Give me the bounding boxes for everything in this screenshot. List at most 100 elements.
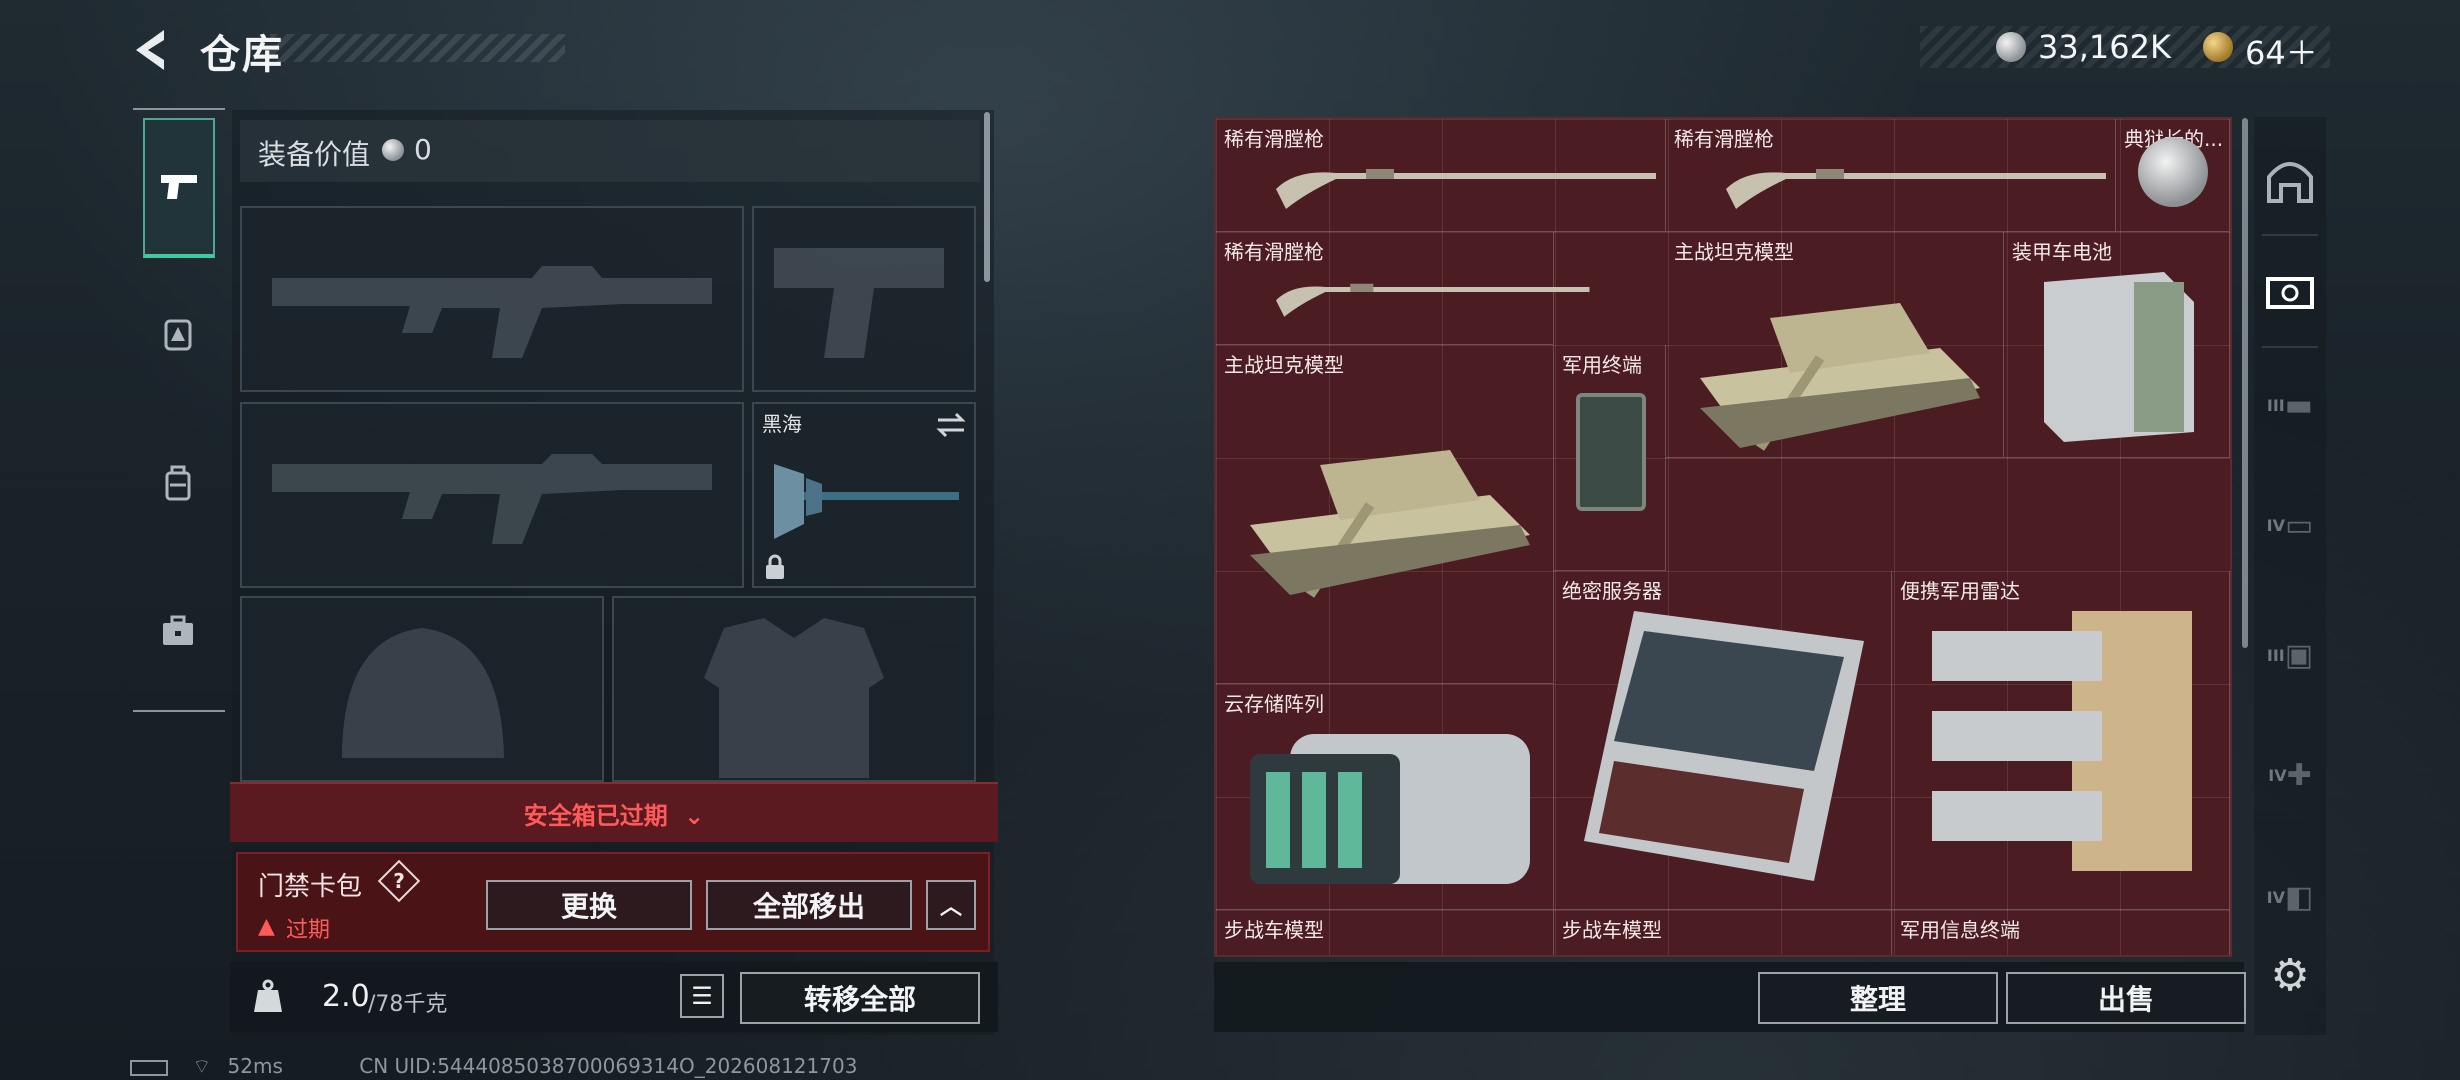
- item-name: 步战车模型: [1224, 918, 1324, 942]
- stash-item[interactable]: 步战车模型: [1554, 910, 1892, 955]
- stash-item[interactable]: 稀有滑膛枪: [1216, 232, 1590, 345]
- item-name: 稀有滑膛枪: [1674, 127, 1774, 151]
- safebox-expired-bar[interactable]: 安全箱已过期 ⌄: [230, 782, 998, 842]
- item-name: 稀有滑膛枪: [1224, 127, 1324, 151]
- terminal-icon: [1576, 393, 1646, 511]
- armor-icon: ▣: [2284, 637, 2314, 673]
- swap-icon[interactable]: [936, 412, 966, 438]
- medkit-icon: ✚: [2286, 757, 2312, 793]
- back-arrow-icon[interactable]: [130, 28, 180, 72]
- item-name: 稀有滑膛枪: [1224, 240, 1324, 264]
- weight-kg-icon: [250, 978, 290, 1016]
- gold-amount[interactable]: 64＋: [2245, 28, 2318, 74]
- secondary-weapon-slot[interactable]: [240, 402, 744, 588]
- nav-divider-top: [133, 108, 225, 110]
- item-name: 军用终端: [1562, 353, 1642, 377]
- gear-icon: ⚙: [2270, 949, 2310, 1001]
- silver-coin-icon: [1996, 32, 2026, 62]
- melee-slot[interactable]: 黑海: [752, 402, 976, 588]
- title-decoration: [270, 34, 565, 62]
- handgun-silhouette-icon: [774, 248, 944, 358]
- backpack-icon: [165, 465, 191, 501]
- equipment-value: 0: [414, 133, 432, 166]
- stash-action-bar: 整理 出售: [1214, 962, 2246, 1032]
- item-name: 绝密服务器: [1562, 579, 1662, 603]
- stash-tab-iv-c[interactable]: IV ◧: [2254, 852, 2326, 942]
- stash-scrollbar[interactable]: [2242, 118, 2248, 648]
- rifle-icon: ▬: [2284, 387, 2314, 423]
- body-armor-slot[interactable]: [612, 596, 976, 782]
- gold-coin-icon: [2203, 32, 2233, 62]
- tier-label: IV: [2266, 515, 2285, 535]
- equipment-value-label: 装备价值: [258, 138, 371, 171]
- stash-tab-iv-b[interactable]: IV ✚: [2254, 730, 2326, 820]
- safebox-expired-text: 安全箱已过期 ⌄: [523, 802, 705, 830]
- equipment-scrollbar[interactable]: [984, 112, 990, 282]
- battery-icon: [2044, 272, 2194, 442]
- nav-tab-armor[interactable]: [143, 300, 213, 370]
- stash-item[interactable]: 稀有滑膛枪: [1666, 119, 2116, 232]
- helmet-slot[interactable]: [240, 596, 604, 782]
- melee-weapon-name: 黑海: [762, 412, 802, 436]
- stash-tab-iii-a[interactable]: III ▬: [2254, 360, 2326, 450]
- transfer-all-button[interactable]: 转移全部: [740, 972, 980, 1024]
- silver-amount: 33,162K: [2038, 28, 2171, 66]
- tab-divider: [2262, 234, 2318, 236]
- pistol-icon: [161, 175, 197, 199]
- settings-button[interactable]: ⚙: [2254, 930, 2326, 1020]
- stash-tab-iv-a[interactable]: IV ▭: [2254, 480, 2326, 570]
- weight-capacity: /78千克: [368, 992, 448, 1017]
- stash-item[interactable]: 绝密服务器: [1554, 571, 1892, 910]
- musket-icon: [1726, 169, 2106, 209]
- stash-item[interactable]: 稀有滑膛枪: [1216, 119, 1666, 232]
- ammo-icon: ◧: [2284, 879, 2314, 915]
- stash-item[interactable]: 便携军用雷达: [1892, 571, 2230, 910]
- stash-tab-iii-b[interactable]: III ▣: [2254, 610, 2326, 700]
- stash-tab-home[interactable]: [2254, 135, 2326, 225]
- briefcase-icon: [163, 615, 193, 645]
- stash-tab-all[interactable]: [2254, 248, 2326, 338]
- storage-array-icon: [1250, 734, 1530, 884]
- item-name: 便携军用雷达: [1900, 579, 2020, 603]
- vest-silhouette-icon: [704, 618, 884, 778]
- item-name: 云存储阵列: [1224, 692, 1324, 716]
- remove-all-button[interactable]: 全部移出: [706, 880, 912, 930]
- keycard-title: 门禁卡包: [258, 872, 363, 902]
- tier-label: IV: [2266, 887, 2285, 907]
- musket-icon: [1276, 283, 1590, 317]
- help-icon-glyph: ?: [393, 869, 405, 893]
- pistol-slot[interactable]: [752, 206, 976, 392]
- keycard-pack-panel: 门禁卡包 ? ▲ 过期 更换 全部移出 ︿: [236, 852, 990, 952]
- stash-item[interactable]: 主战坦克模型: [1666, 232, 2004, 458]
- tier-label: III: [2266, 395, 2285, 415]
- stash-item[interactable]: 云存储阵列: [1216, 684, 1554, 910]
- nav-tab-weapons[interactable]: [143, 118, 215, 258]
- list-view-icon[interactable]: ☰: [680, 974, 724, 1018]
- rifle-silhouette-icon: [272, 454, 712, 544]
- nav-tab-backpack[interactable]: [143, 448, 213, 518]
- user-uid: CN UID:5444085038700069314O_202608121703: [359, 1054, 858, 1078]
- sell-button[interactable]: 出售: [2006, 972, 2246, 1024]
- sort-button[interactable]: 整理: [1758, 972, 1998, 1024]
- chevron-up-icon[interactable]: ︿: [926, 880, 976, 930]
- weight-bar: 2.0 /78千克 ☰ 转移全部: [230, 962, 998, 1032]
- status-footer: ⌔ 52ms CN UID:5444085038700069314O_20260…: [130, 1054, 857, 1079]
- stash-item[interactable]: 典狱长的...: [2116, 119, 2230, 232]
- musket-icon: [1276, 169, 1656, 209]
- tier-label: IV: [2268, 765, 2287, 785]
- silver-coin-icon: [382, 139, 404, 161]
- stash-grid[interactable]: 稀有滑膛枪 稀有滑膛枪 典狱长的... 稀有滑膛枪 主战坦克模型 装甲车电池: [1214, 117, 2232, 957]
- stash-item[interactable]: 步战车模型: [1216, 910, 1554, 955]
- nav-divider-bottom: [133, 710, 225, 712]
- stash-item[interactable]: 军用终端: [1554, 345, 1666, 571]
- nav-tab-case[interactable]: [143, 596, 213, 666]
- stash-item[interactable]: 装甲车电池: [2004, 232, 2230, 458]
- page-title: 仓库: [200, 32, 284, 78]
- stash-item[interactable]: 主战坦克模型: [1216, 345, 1554, 684]
- item-name: 步战车模型: [1562, 918, 1662, 942]
- radar-icon: [1932, 611, 2192, 871]
- primary-weapon-slot[interactable]: [240, 206, 744, 392]
- tomahawk-icon: [774, 464, 959, 539]
- stash-item[interactable]: 军用信息终端: [1892, 910, 2230, 955]
- replace-button[interactable]: 更换: [486, 880, 692, 930]
